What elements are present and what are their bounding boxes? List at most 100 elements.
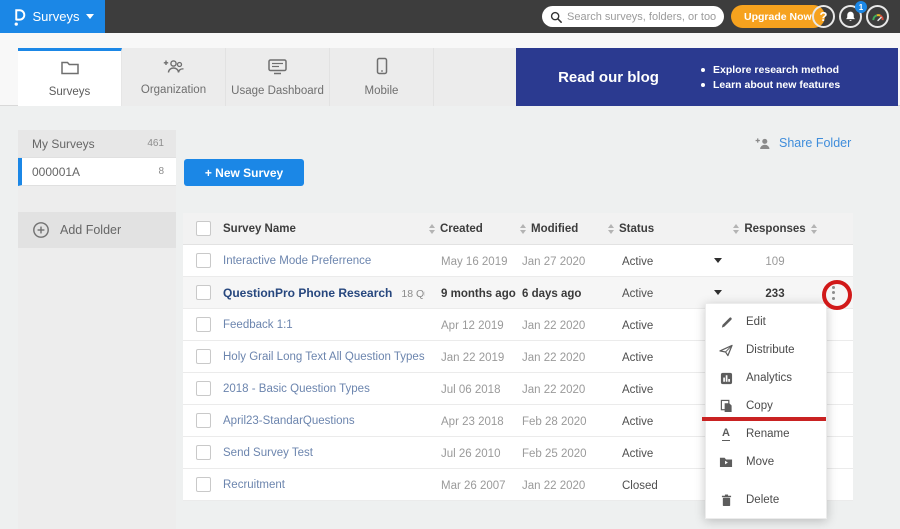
responses-count: 233: [765, 288, 784, 300]
survey-name-cell: Recruitment: [223, 479, 425, 491]
row-checkbox[interactable]: [196, 253, 211, 268]
column-header-responses[interactable]: Responses: [744, 223, 805, 235]
row-checkbox[interactable]: [196, 317, 211, 332]
add-folder-label: Add Folder: [60, 223, 121, 237]
menu-item-copy[interactable]: Copy: [706, 392, 826, 420]
sidebar-folder-000001a[interactable]: 000001A8: [18, 158, 176, 186]
checkbox-cell: [183, 317, 223, 332]
gauge-icon: [871, 11, 885, 23]
survey-name-cell: April23-StandarQuestions: [223, 415, 425, 427]
help-button[interactable]: ?: [812, 5, 835, 28]
global-search: [542, 6, 724, 27]
survey-name-link[interactable]: 2018 - Basic Question Types: [223, 383, 370, 395]
top-bar: Surveys Upgrade Now ? 1: [0, 0, 900, 33]
menu-item-label: Delete: [746, 494, 779, 506]
column-header-status[interactable]: Status: [619, 223, 654, 235]
status-dropdown-caret-icon[interactable]: [714, 290, 722, 295]
row-checkbox[interactable]: [196, 285, 211, 300]
row-checkbox[interactable]: [196, 349, 211, 364]
survey-name-link[interactable]: Interactive Mode Preferrence: [223, 255, 371, 267]
modified-date: Feb 28 2020: [522, 416, 587, 428]
menu-item-label: Edit: [746, 316, 766, 328]
tab-mobile[interactable]: Mobile: [330, 48, 434, 106]
select-all-checkbox[interactable]: [196, 221, 211, 236]
row-checkbox[interactable]: [196, 477, 211, 492]
menu-item-move[interactable]: Move: [706, 448, 826, 476]
created-cell: May 16 2019: [425, 252, 520, 270]
checkbox-cell: [183, 349, 223, 364]
menu-item-distribute[interactable]: Distribute: [706, 336, 826, 364]
banner-bullet: Learn about new features: [701, 79, 840, 91]
surveys-dashboard: Surveys Upgrade Now ? 1: [0, 0, 900, 529]
sort-icon[interactable]: [520, 224, 526, 234]
questionpro-logo-icon: [11, 7, 26, 27]
modified-date: Jan 22 2020: [522, 320, 585, 332]
survey-name-link[interactable]: Feedback 1:1: [223, 319, 293, 331]
menu-item-edit[interactable]: Edit: [706, 308, 826, 336]
blog-banner[interactable]: Read our blog Explore research methodLea…: [516, 48, 898, 106]
row-checkbox[interactable]: [196, 381, 211, 396]
menu-item-analytics[interactable]: Analytics: [706, 364, 826, 392]
monitor-icon: [267, 58, 288, 80]
created-date: Jul 06 2018: [441, 384, 500, 396]
column-header-created[interactable]: Created: [440, 223, 483, 235]
folder-count: 461: [147, 138, 164, 149]
paper-plane-icon: [719, 344, 733, 357]
modified-cell: Jan 22 2020: [520, 316, 608, 334]
tab-surveys[interactable]: Surveys: [18, 48, 122, 106]
search-input[interactable]: [567, 11, 716, 23]
trash-icon: [719, 494, 733, 507]
menu-item-label: Rename: [746, 428, 789, 440]
row-checkbox[interactable]: [196, 413, 211, 428]
new-survey-button[interactable]: + New Survey: [184, 159, 304, 186]
survey-name-link[interactable]: QuestionPro Phone Research: [223, 286, 392, 300]
product-switcher[interactable]: Surveys: [0, 0, 105, 33]
survey-name-link[interactable]: April23-StandarQuestions: [223, 415, 355, 427]
usage-meter-button[interactable]: [866, 5, 889, 28]
share-folder-label: Share Folder: [779, 136, 851, 150]
status-value: Active: [622, 352, 653, 364]
tab-organization[interactable]: Organization: [122, 48, 226, 106]
sort-icon[interactable]: [608, 224, 614, 234]
sidebar-folder-my-surveys[interactable]: My Surveys461: [18, 130, 176, 158]
checkbox-cell: [183, 285, 223, 300]
survey-name-link[interactable]: Recruitment: [223, 479, 285, 491]
survey-name-link[interactable]: Holy Grail Long Text All Question Types: [223, 351, 425, 363]
row-checkbox[interactable]: [196, 445, 211, 460]
kebab-menu-icon[interactable]: [828, 282, 839, 304]
column-header-modified[interactable]: Modified: [531, 223, 578, 235]
created-date: Jul 26 2010: [441, 448, 500, 460]
add-folder-button[interactable]: Add Folder: [18, 212, 176, 248]
status-cell: Active: [608, 412, 700, 430]
responses-cell: 109: [736, 252, 814, 270]
sort-icon[interactable]: [429, 224, 435, 234]
search-icon: [550, 11, 562, 23]
bell-icon: [844, 10, 857, 23]
modified-cell: Jan 22 2020: [520, 476, 608, 494]
menu-item-delete[interactable]: Delete: [706, 486, 826, 514]
survey-name-link[interactable]: Send Survey Test: [223, 447, 313, 459]
sort-icon[interactable]: [811, 224, 817, 234]
created-cell: Apr 23 2018: [425, 412, 520, 430]
status-value: Active: [622, 416, 653, 428]
status-dropdown-cell: [700, 258, 736, 263]
status-cell: Active: [608, 380, 700, 398]
tab-usage-dashboard[interactable]: Usage Dashboard: [226, 48, 330, 106]
sort-icon[interactable]: [733, 224, 739, 234]
upgrade-now-button[interactable]: Upgrade Now: [731, 5, 825, 28]
status-value: Active: [622, 384, 653, 396]
status-dropdown-caret-icon[interactable]: [714, 258, 722, 263]
folder-count: 8: [158, 166, 164, 177]
move-folder-icon: [719, 456, 733, 468]
modified-date: Jan 27 2020: [522, 256, 585, 268]
created-cell: 9 months ago: [425, 284, 520, 302]
share-folder-link[interactable]: Share Folder: [755, 136, 851, 150]
question-mark-icon: ?: [820, 9, 828, 24]
banner-title: Read our blog: [516, 69, 701, 86]
column-header-survey-name[interactable]: Survey Name: [223, 223, 296, 235]
modified-date: Feb 25 2020: [522, 448, 587, 460]
rename-glyph: A: [722, 428, 730, 441]
smartphone-icon: [376, 57, 388, 80]
modified-date: 6 days ago: [522, 288, 581, 300]
menu-item-rename[interactable]: A Rename: [706, 420, 826, 448]
